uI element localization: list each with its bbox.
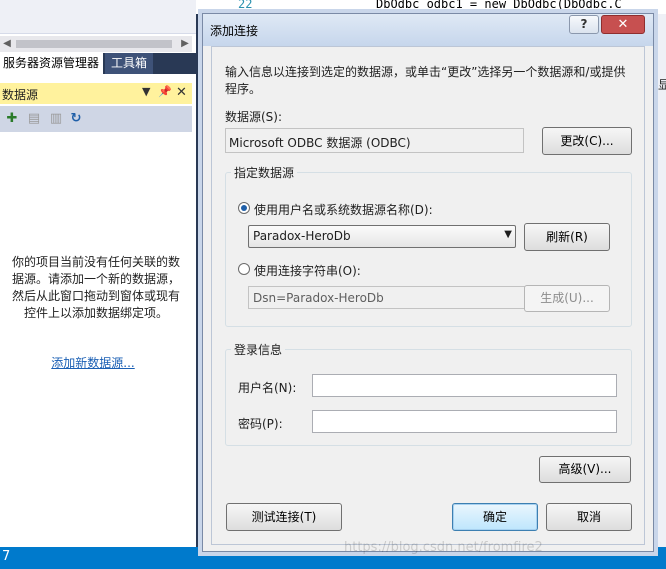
pin-icon[interactable]: 📌 (158, 85, 172, 98)
edit-dataset-icon[interactable]: ▤ (26, 111, 42, 127)
login-group: 登录信息 用户名(N): 密码(P): (225, 341, 632, 446)
tab-toolbox[interactable]: 工具箱 (105, 53, 153, 74)
refresh-icon[interactable]: ↻ (68, 111, 84, 127)
panel-body: 你的项目当前没有任何关联的数据源。请添加一个新的数据源，然后从此窗口拖动到窗体或… (0, 132, 192, 547)
scroll-left-icon[interactable]: ◀ (0, 36, 14, 52)
right-panel-label: 显 (658, 78, 666, 92)
radio-connstr-row[interactable]: 使用连接字符串(O): (238, 262, 538, 278)
specify-group-title: 指定数据源 (231, 164, 298, 181)
datasources-tool-window: ◀ ▶ 服务器资源管理器 工具箱 数据源 ▼ 📌 ✕ ✚ ▤ ▥ ↻ 你的项目当… (0, 0, 196, 569)
add-connection-dialog: 添加连接 ? ✕ 输入信息以连接到选定的数据源，或单击“更改”选择另一个数据源和… (202, 13, 654, 552)
close-panel-icon[interactable]: ✕ (176, 85, 187, 100)
datasource-value: Microsoft ODBC 数据源 (ODBC) (225, 128, 524, 153)
password-label: 密码(P): (238, 417, 283, 431)
configure-icon[interactable]: ▥ (48, 111, 64, 127)
radio-dsn[interactable] (238, 202, 250, 214)
dialog-title: 添加连接 (210, 24, 259, 38)
close-button[interactable]: ✕ (601, 15, 645, 34)
code-line[interactable]: DbOdbc odbc1 = new DbOdbc(DbOdbc.C (376, 0, 622, 11)
cancel-button[interactable]: 取消 (546, 503, 632, 531)
add-datasource-icon[interactable]: ✚ (4, 111, 20, 127)
advanced-button[interactable]: 高级(V)... (539, 456, 631, 483)
test-connection-button[interactable]: 测试连接(T) (226, 503, 342, 531)
ok-button[interactable]: 确定 (452, 503, 538, 531)
empty-message: 你的项目当前没有任何关联的数据源。请添加一个新的数据源，然后从此窗口拖动到窗体或… (11, 255, 180, 320)
refresh-button[interactable]: 刷新(R) (524, 223, 610, 251)
dialog-content: 输入信息以连接到选定的数据源，或单击“更改”选择另一个数据源和/或提供程序。 数… (211, 46, 645, 545)
add-datasource-link[interactable]: 添加新数据源... (0, 354, 186, 371)
radio-dsn-label: 使用用户名或系统数据源名称(D): (254, 203, 433, 217)
panel-toolbar: ✚ ▤ ▥ ↻ (0, 106, 192, 132)
datasource-label: 数据源(S): (225, 110, 283, 124)
username-label: 用户名(N): (238, 381, 297, 395)
dsn-select[interactable]: Paradox-HeroDb ▼ (248, 225, 516, 248)
chevron-down-icon: ▼ (504, 229, 512, 240)
dropdown-icon[interactable]: ▼ (142, 85, 150, 98)
status-number: 7 (2, 549, 11, 564)
specify-datasource-group: 指定数据源 使用用户名或系统数据源名称(D): Paradox-HeroDb ▼… (225, 164, 632, 327)
radio-connstr-label: 使用连接字符串(O): (254, 264, 361, 278)
scroll-right-icon[interactable]: ▶ (178, 36, 192, 52)
login-group-title: 登录信息 (231, 341, 286, 358)
code-editor-strip: 22 DbOdbc odbc1 = new DbOdbc(DbOdbc.C (196, 0, 666, 14)
line-number: 22 (238, 0, 253, 11)
radio-dsn-row[interactable]: 使用用户名或系统数据源名称(D): (238, 201, 538, 217)
panel-title-bar: 数据源 ▼ 📌 ✕ (0, 83, 192, 104)
help-button[interactable]: ? (569, 15, 599, 34)
build-button[interactable]: 生成(U)... (524, 285, 610, 312)
panel-title: 数据源 (2, 88, 39, 102)
change-button[interactable]: 更改(C)... (542, 127, 632, 155)
dsn-selected-value: Paradox-HeroDb (253, 229, 351, 243)
username-input[interactable] (312, 374, 617, 397)
tab-server-explorer[interactable]: 服务器资源管理器 (0, 53, 103, 74)
dialog-titlebar[interactable]: 添加连接 ? ✕ (203, 14, 653, 46)
scroll-thumb[interactable] (16, 40, 172, 48)
connstr-input[interactable]: Dsn=Paradox-HeroDb (248, 286, 537, 309)
intro-text: 输入信息以连接到选定的数据源，或单击“更改”选择另一个数据源和/或提供程序。 (225, 65, 626, 96)
horizontal-scrollbar[interactable]: ◀ ▶ (0, 36, 192, 52)
radio-connstr[interactable] (238, 263, 250, 275)
panel-tabs: 服务器资源管理器 工具箱 (0, 53, 196, 74)
password-input[interactable] (312, 410, 617, 433)
panel-top-strip (0, 0, 196, 34)
